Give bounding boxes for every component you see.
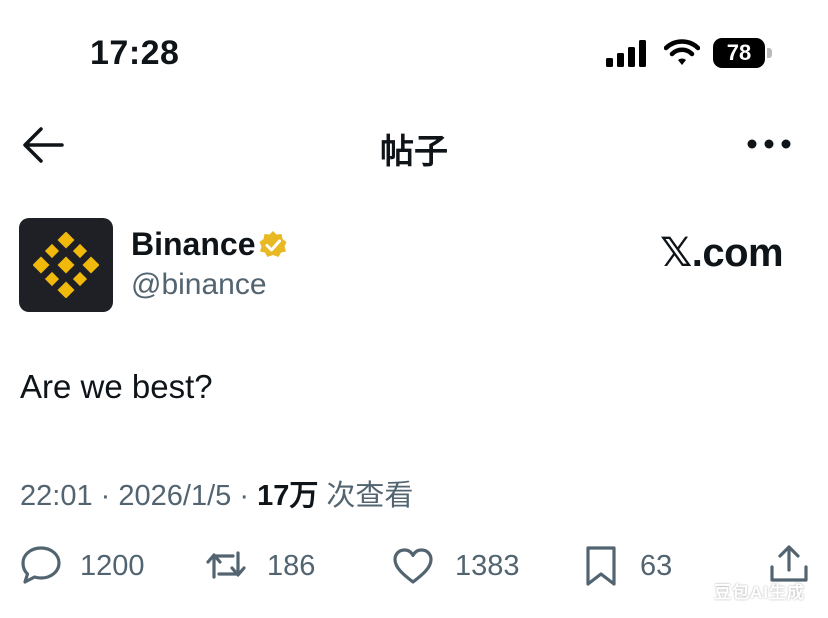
battery-tip <box>767 48 772 58</box>
battery-indicator: 78 <box>713 38 773 68</box>
meta-separator: · <box>100 480 111 512</box>
wifi-icon <box>664 39 700 65</box>
back-arrow-icon[interactable] <box>22 126 64 164</box>
reply-count: 1200 <box>80 550 145 582</box>
post-text: Are we best? <box>20 368 213 405</box>
cellular-signal-icon <box>606 40 646 67</box>
page-title: 帖子 <box>380 133 448 171</box>
author-handle[interactable]: @binance <box>131 268 267 302</box>
post-date[interactable]: 2026/1/5 <box>118 480 231 512</box>
battery-level: 78 <box>713 38 765 68</box>
view-count: 17万 <box>257 480 319 512</box>
bookmark-icon[interactable] <box>580 545 622 587</box>
view-count-label: 次查看 <box>326 480 414 512</box>
binance-logo-icon <box>33 232 99 298</box>
author-display-name[interactable]: Binance <box>131 226 255 263</box>
like-count: 1383 <box>455 550 520 582</box>
repost-icon[interactable] <box>205 544 247 586</box>
avatar[interactable] <box>19 218 113 312</box>
like-heart-icon[interactable] <box>392 545 434 587</box>
verified-badge-icon <box>259 231 287 257</box>
status-time: 17:28 <box>90 34 180 72</box>
meta-separator: · <box>239 480 249 512</box>
post-time[interactable]: 22:01 <box>20 480 93 512</box>
bookmark-count: 63 <box>640 550 673 582</box>
repost-count: 186 <box>267 550 316 582</box>
site-label: 𝕏.com <box>660 231 784 275</box>
more-options-icon[interactable] <box>746 136 792 152</box>
post-meta: 22:01 · 2026/1/5 · 17万 次查看 <box>20 472 413 514</box>
ai-watermark: 豆包AI生成 <box>714 583 805 602</box>
reply-icon[interactable] <box>20 544 62 586</box>
